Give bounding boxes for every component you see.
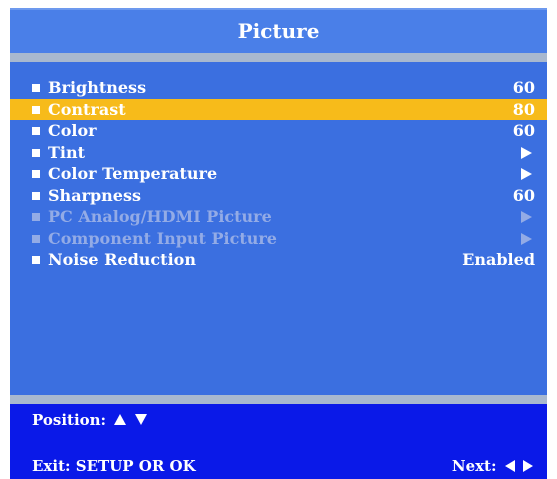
submenu-arrow-right-icon [521,146,532,159]
menu-item-label: PC Analog/HDMI Picture [48,207,272,226]
menu-item-contrast[interactable]: Contrast 80 [10,98,547,120]
menu-item-color[interactable]: Color 60 [10,120,547,142]
arrow-left-icon [504,459,515,472]
menu-item-label: Component Input Picture [48,228,277,248]
menu-title-bar: Picture [10,8,547,53]
square-bullet-icon [32,84,40,92]
arrow-down-icon [134,414,147,425]
square-bullet-icon [32,191,40,200]
menu-item-sharpness[interactable]: Sharpness 60 [10,185,547,207]
square-bullet-icon [32,105,40,114]
menu-item-pc-analog-hdmi-picture: PC Analog/HDMI Picture [10,206,547,228]
menu-item-value: 60 [512,185,535,205]
position-hint: Position: [32,411,147,429]
square-bullet-icon [32,234,40,243]
title-divider [10,53,547,62]
arrow-right-icon [523,459,533,472]
menu-item-value: 60 [512,78,535,97]
square-bullet-icon [32,256,40,264]
footer-divider [10,395,547,404]
submenu-arrow-right-icon [521,211,532,223]
menu-item-label: Sharpness [48,185,141,205]
menu-item-label: Noise Reduction [48,250,196,269]
menu-item-color-temperature[interactable]: Color Temperature [10,163,547,185]
menu-item-component-input-picture: Component Input Picture [10,228,547,250]
next-hint-label: Next: [451,457,497,475]
picture-osd-menu: Picture Brightness 60 Contrast 80 Color 60 Tin… [10,8,547,479]
position-hint-label: Position: [32,411,107,429]
submenu-arrow-right-icon [521,232,532,245]
submenu-arrow-right-icon [521,168,532,180]
menu-item-noise-reduction[interactable]: Noise Reduction Enabled [10,249,547,271]
menu-item-tint[interactable]: Tint [10,142,547,164]
arrow-up-icon [114,414,127,425]
menu-item-value: 80 [512,99,535,119]
menu-footer: Position: Exit: SETUP OR OK Next: [10,404,547,479]
menu-item-label: Color [48,121,97,140]
menu-title: Picture [237,19,320,43]
square-bullet-icon [32,170,40,178]
square-bullet-icon [32,127,40,135]
menu-item-label: Contrast [48,99,126,119]
square-bullet-icon [32,213,40,221]
next-hint: Next: [452,457,533,475]
menu-item-label: Color Temperature [48,164,218,183]
menu-item-label: Tint [48,142,86,162]
menu-item-value: 60 [512,121,535,140]
menu-item-label: Brightness [48,78,147,97]
exit-hint: Exit: SETUP OR OK [32,457,196,475]
menu-item-value: Enabled [462,250,535,269]
menu-item-brightness[interactable]: Brightness 60 [10,77,547,99]
square-bullet-icon [32,148,40,157]
picture-settings-list: Brightness 60 Contrast 80 Color 60 Tint Color T… [10,77,547,271]
